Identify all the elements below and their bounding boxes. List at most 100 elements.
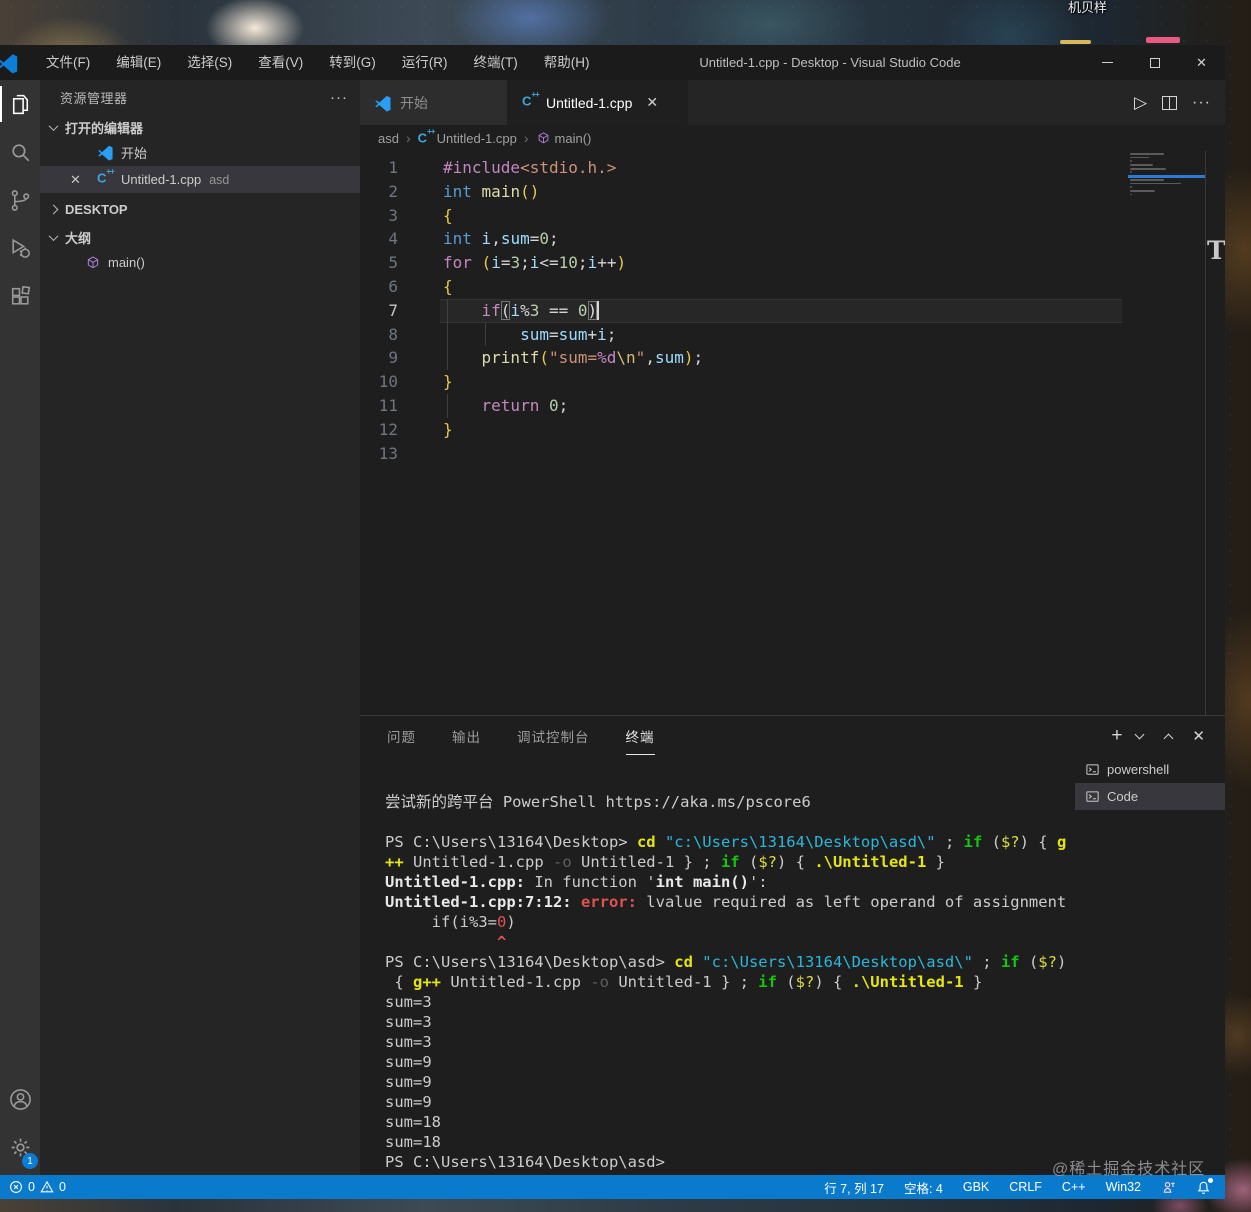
tab-untitled-cpp[interactable]: C++ Untitled-1.cpp ✕: [508, 80, 688, 125]
code-line[interactable]: 13: [360, 442, 1225, 466]
token: sum=: [558, 348, 598, 368]
section-folder[interactable]: DESKTOP: [40, 197, 360, 221]
menu-item[interactable]: 终端(T): [461, 45, 531, 80]
line-content: int main(): [412, 180, 539, 204]
panel-tab-问题[interactable]: 问题: [385, 715, 418, 757]
open-editor-item-untitled[interactable]: ✕ C++ Untitled-1.cpp asd: [40, 166, 360, 193]
token: {: [443, 205, 453, 225]
outline-item-main[interactable]: main(): [40, 249, 360, 276]
menu-item[interactable]: 编辑(E): [103, 45, 174, 80]
section-label: 大纲: [65, 230, 92, 246]
problems-status[interactable]: 0 0: [0, 1180, 66, 1194]
run-button[interactable]: ▷: [1134, 93, 1147, 113]
status-language[interactable]: C++: [1062, 1180, 1086, 1194]
code-line[interactable]: 8 sum=sum+i;: [360, 323, 1225, 347]
code-line[interactable]: 10}: [360, 370, 1225, 394]
close-panel-icon[interactable]: ✕: [1192, 727, 1205, 745]
maximize-panel-icon[interactable]: [1163, 733, 1174, 743]
line-number: 2: [388, 181, 398, 201]
status-encoding[interactable]: GBK: [963, 1180, 989, 1194]
menu-item[interactable]: 转到(G): [316, 45, 389, 80]
terminal-line: { g++ Untitled-1.cpp -o Untitled-1 } ; i…: [385, 972, 1075, 992]
warning-icon: [40, 1180, 54, 1193]
feedback-icon[interactable]: [1161, 1180, 1176, 1195]
code-line[interactable]: 2 int main(): [360, 180, 1225, 204]
section-outline[interactable]: 大纲: [40, 225, 360, 249]
menu-item[interactable]: 选择(S): [174, 45, 245, 80]
activitybar-account[interactable]: [0, 1075, 40, 1123]
token: i: [587, 253, 598, 273]
menu-item[interactable]: 帮助(H): [531, 45, 603, 80]
menu-item[interactable]: 文件(F): [33, 45, 103, 80]
activitybar-extensions[interactable]: [0, 272, 40, 320]
token: <=: [539, 253, 559, 273]
activitybar-explorer[interactable]: [0, 80, 40, 128]
token: .\Untitled-1: [814, 853, 927, 871]
panel-tab-调试控制台[interactable]: 调试控制台: [515, 715, 592, 757]
token: Untitled-1 } ;: [608, 973, 759, 991]
breadcrumb-symbol[interactable]: main(): [555, 131, 592, 146]
code-line[interactable]: 7 if(i%3 == 0): [360, 298, 1225, 323]
activitybar-source-control[interactable]: [0, 176, 40, 224]
terminal-instance-label: powershell: [1107, 762, 1170, 777]
activitybar-run-debug[interactable]: [0, 224, 40, 272]
indent-guide: [447, 394, 448, 418]
panel-tab-终端[interactable]: 终端: [624, 715, 657, 757]
menu-item[interactable]: 查看(V): [245, 45, 316, 80]
code-line[interactable]: 9 printf("sum=%d\n",sum);: [360, 346, 1225, 370]
sidebar-more-actions-icon[interactable]: ···: [330, 89, 348, 106]
code-line[interactable]: 1 #include<stdio.h.>: [360, 156, 1225, 180]
minimap[interactable]: [1128, 153, 1206, 201]
warning-count: 0: [58, 1180, 66, 1194]
code-line[interactable]: 12}: [360, 418, 1225, 442]
terminal-instance-powershell[interactable]: powershell: [1075, 756, 1225, 783]
minimize-button[interactable]: [1084, 45, 1131, 80]
code-line[interactable]: 4 int i,sum=0;: [360, 227, 1225, 251]
chevron-down-icon: [48, 120, 59, 131]
line-number: 6: [388, 276, 398, 296]
line-number: 7: [388, 300, 398, 320]
new-terminal-icon[interactable]: +: [1111, 725, 1122, 747]
breadcrumb-file[interactable]: Untitled-1.cpp: [437, 131, 517, 146]
terminal-dropdown-icon[interactable]: [1134, 729, 1145, 739]
token: ): [1056, 953, 1067, 971]
line-content: for (i=3;i<=10;i++): [412, 251, 626, 275]
section-open-editors[interactable]: 打开的编辑器: [40, 115, 360, 139]
notifications-bell-icon[interactable]: [1196, 1177, 1213, 1195]
activitybar-search[interactable]: [0, 128, 40, 176]
close-icon[interactable]: ✕: [646, 94, 658, 111]
code-line[interactable]: 3{: [360, 204, 1225, 228]
tab-welcome[interactable]: 开始: [360, 80, 508, 125]
minimap-line: [1130, 178, 1204, 182]
maximize-button[interactable]: [1131, 45, 1178, 80]
status-indentation[interactable]: 空格: 4: [904, 1178, 943, 1197]
close-icon[interactable]: ✕: [70, 172, 81, 188]
token: sum: [500, 229, 530, 249]
terminal-instance-Code[interactable]: Code: [1075, 783, 1225, 810]
close-button[interactable]: ✕: [1178, 45, 1225, 80]
token: In function ': [534, 873, 656, 891]
breadcrumb-folder[interactable]: asd: [378, 131, 399, 146]
status-cursor-position[interactable]: 行 7, 列 17: [824, 1178, 884, 1197]
extensions-icon: [11, 285, 30, 305]
token: \n: [616, 348, 636, 368]
code-line[interactable]: 11 return 0;: [360, 394, 1225, 418]
panel-tab-输出[interactable]: 输出: [450, 715, 483, 757]
terminal-output[interactable]: 尝试新的跨平台 PowerShell https://aka.ms/pscore…: [360, 756, 1075, 1175]
terminal-list: powershell Code: [1075, 756, 1225, 1175]
code-line[interactable]: 6{: [360, 275, 1225, 299]
status-target[interactable]: Win32: [1106, 1180, 1141, 1194]
notification-dot: [1208, 1177, 1213, 1183]
status-eol[interactable]: CRLF: [1009, 1180, 1042, 1194]
error-icon: [10, 1181, 22, 1193]
code-editor[interactable]: 1 #include<stdio.h.> 2 int main() 3{4 int i,s…: [360, 151, 1225, 715]
editor-scrollbar[interactable]: [1205, 151, 1206, 715]
open-editor-item-welcome[interactable]: 开始: [40, 139, 360, 166]
code-line[interactable]: 5 for (i=3;i<=10;i++): [360, 251, 1225, 275]
activitybar-settings[interactable]: 1: [0, 1123, 40, 1171]
symbol-cube-icon: [538, 131, 548, 143]
more-actions-icon[interactable]: ···: [1192, 94, 1211, 112]
token: int: [443, 229, 472, 249]
split-editor-icon[interactable]: [1162, 95, 1178, 110]
menu-item[interactable]: 运行(R): [389, 45, 461, 80]
